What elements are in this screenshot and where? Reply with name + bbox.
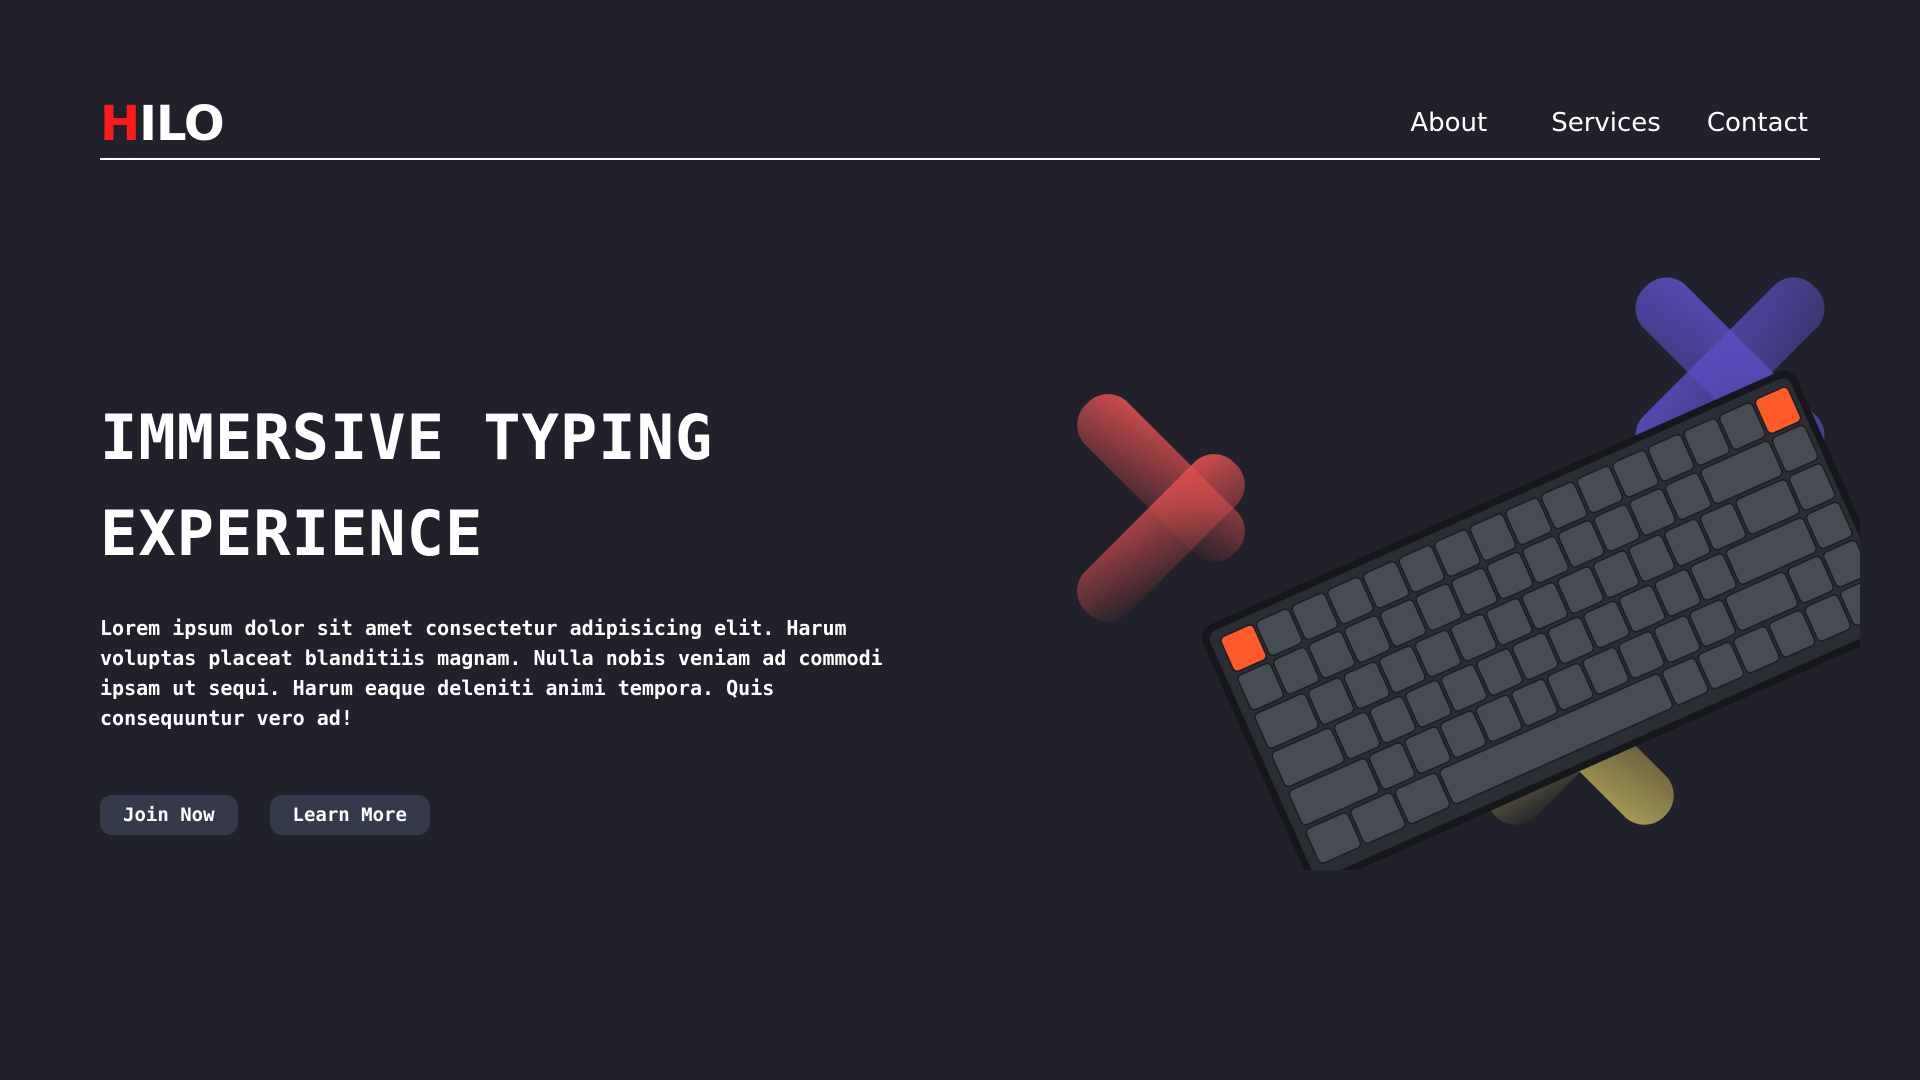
red-cross-decoration bbox=[1077, 394, 1245, 622]
hero-description: Lorem ipsum dolor sit amet consectetur a… bbox=[100, 616, 883, 730]
hero-title-line-2: EXPERIENCE bbox=[100, 497, 484, 570]
hero-title-line-1: IMMERSIVE TYPING bbox=[100, 401, 714, 474]
main-nav: About Services Contact bbox=[1410, 106, 1808, 140]
learn-more-button[interactable]: Learn More bbox=[269, 795, 430, 835]
site-header: HILO About Services Contact bbox=[100, 92, 1820, 160]
keyboard-illustration bbox=[1077, 277, 1860, 870]
hero-title: IMMERSIVE TYPING EXPERIENCE bbox=[100, 390, 713, 582]
logo[interactable]: HILO bbox=[100, 96, 225, 152]
logo-accent-letter: H bbox=[100, 96, 140, 152]
hero-visual bbox=[1040, 270, 1860, 870]
logo-text: ILO bbox=[139, 96, 225, 152]
nav-link-services[interactable]: Services bbox=[1551, 106, 1661, 140]
join-now-button[interactable]: Join Now bbox=[100, 795, 238, 835]
hero-actions: Join Now Learn More bbox=[100, 795, 430, 835]
nav-link-about[interactable]: About bbox=[1410, 106, 1487, 140]
nav-link-contact[interactable]: Contact bbox=[1707, 106, 1808, 140]
